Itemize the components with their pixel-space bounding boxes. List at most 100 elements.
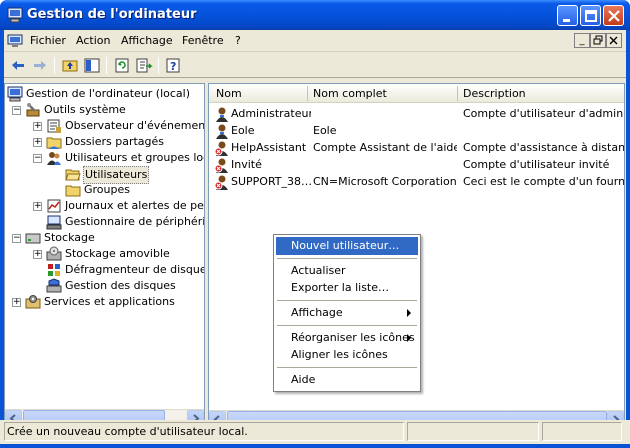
submenu-arrow-icon <box>407 309 411 317</box>
table-row[interactable]: Invité Compte d'utilisateur invité <box>209 157 624 173</box>
toolbar-separator <box>158 57 159 74</box>
menu-item-label: Actualiser <box>291 264 346 277</box>
collapse-toggle[interactable]: − <box>12 106 21 115</box>
collapse-toggle[interactable]: − <box>12 234 21 243</box>
table-row[interactable]: Eole Eole <box>209 123 624 139</box>
menu-item-refresh[interactable]: Actualiser <box>276 262 418 280</box>
menu-separator <box>277 367 417 368</box>
menu-item-arrange-icons[interactable]: Réorganiser les icônes <box>276 329 418 347</box>
forward-button[interactable] <box>30 56 50 75</box>
child-minimize-button[interactable]: _ <box>574 33 590 48</box>
up-level-button[interactable] <box>60 56 80 75</box>
status-pane <box>407 422 539 441</box>
window-title: Gestion de l'ordinateur <box>27 7 197 22</box>
back-button[interactable] <box>8 56 28 75</box>
menu-bar: Fichier Action Affichage Fenêtre ? _ <box>4 30 626 52</box>
svg-text:?: ? <box>170 60 176 73</box>
cell-description: Compte d'assistance à distance <box>463 141 625 154</box>
expand-toggle[interactable]: + <box>33 122 42 131</box>
up-folder-icon <box>62 60 78 72</box>
table-row[interactable]: SUPPORT_38… CN=Microsoft Corporation… Ceci… <box>209 174 624 190</box>
export-icon <box>136 58 153 73</box>
menu-item-export-list[interactable]: Exporter la liste… <box>276 279 418 297</box>
toolbar-separator <box>106 57 107 74</box>
tree-node-label: Gestionnaire de périphérique <box>65 215 205 228</box>
child-restore-button[interactable] <box>590 33 606 48</box>
tree-node-label: Services et applications <box>44 295 175 308</box>
minimize-icon <box>563 19 570 22</box>
column-header-fullname[interactable]: Nom complet <box>313 87 387 100</box>
cell-fullname: CN=Microsoft Corporation… <box>313 175 457 188</box>
menu-separator <box>277 258 417 259</box>
refresh-button[interactable] <box>112 56 132 75</box>
tree-node-label: Outils système <box>44 103 126 116</box>
tree-node-label: Gestion des disques <box>65 279 176 292</box>
tree-node-label: Groupes <box>84 183 130 196</box>
disabled-user-icon <box>214 158 228 173</box>
refresh-icon <box>115 58 129 73</box>
status-text: Crée un nouveau compte d'utilisateur loc… <box>4 422 404 441</box>
menu-item-align-icons[interactable]: Aligner les icônes <box>276 346 418 364</box>
menu-separator <box>277 300 417 301</box>
cell-name: Eole <box>231 124 255 137</box>
column-header-description[interactable]: Description <box>463 87 526 100</box>
context-menu: Nouvel utilisateur… Actualiser Exporter … <box>273 234 421 392</box>
column-divider[interactable] <box>457 86 458 101</box>
export-list-button[interactable] <box>134 56 154 75</box>
column-divider[interactable] <box>307 86 308 101</box>
child-close-button[interactable] <box>606 33 622 48</box>
close-icon <box>609 36 618 45</box>
menu-item-label: Affichage <box>291 306 343 319</box>
menu-action[interactable]: Action <box>76 34 110 47</box>
minimize-icon: _ <box>579 35 585 46</box>
column-header-name[interactable]: Nom <box>216 87 242 100</box>
menu-item-help[interactable]: Aide <box>276 371 418 389</box>
performance-logs-icon <box>47 199 61 213</box>
status-bar: Crée un nouveau compte d'utilisateur loc… <box>0 420 630 444</box>
device-manager-icon <box>46 215 62 230</box>
event-viewer-icon <box>47 119 61 133</box>
console-tree[interactable]: Gestion de l'ordinateur (local) − Outils… <box>4 83 205 427</box>
show-hide-tree-button[interactable] <box>82 56 102 75</box>
menu-item-new-user[interactable]: Nouvel utilisateur… <box>276 237 418 255</box>
toolbar-separator <box>54 57 55 74</box>
user-icon <box>216 124 228 139</box>
removable-storage-icon <box>46 246 62 261</box>
services-apps-icon <box>25 295 41 309</box>
tree-node-label: Dossiers partagés <box>65 135 165 148</box>
table-row[interactable]: HelpAssistant Compte Assistant de l'aide…… <box>209 140 625 156</box>
help-button[interactable]: ? <box>164 56 184 75</box>
window: Gestion de l'ordinateur Fichier Action A… <box>0 0 630 448</box>
menu-item-view[interactable]: Affichage <box>276 304 418 322</box>
submenu-arrow-icon <box>407 334 411 342</box>
collapse-toggle[interactable]: − <box>33 154 42 163</box>
expand-toggle[interactable]: + <box>12 298 21 307</box>
menu-help[interactable]: ? <box>235 34 241 47</box>
users-groups-icon <box>47 152 61 165</box>
tree-node-label: Gestion de l'ordinateur (local) <box>26 87 191 100</box>
maximize-button[interactable] <box>580 5 601 26</box>
expand-toggle[interactable]: + <box>33 138 42 147</box>
menu-separator <box>277 325 417 326</box>
expand-toggle[interactable]: + <box>33 202 42 211</box>
storage-icon <box>25 233 41 244</box>
menu-item-label: Réorganiser les icônes <box>291 331 415 344</box>
shared-folder-icon <box>46 137 62 149</box>
cell-name: SUPPORT_38… <box>231 175 311 188</box>
disk-management-icon <box>46 278 62 293</box>
tree-node-label: Observateur d'événements <box>65 119 205 132</box>
menu-window[interactable]: Fenêtre <box>182 34 224 47</box>
back-arrow-icon <box>12 61 24 70</box>
folder-open-icon <box>65 169 81 181</box>
status-pane <box>542 422 622 441</box>
expand-toggle[interactable]: + <box>33 250 42 259</box>
title-bar[interactable]: Gestion de l'ordinateur <box>0 0 630 30</box>
table-row[interactable]: Administrateur Compte d'utilisateur d'adm… <box>209 106 624 122</box>
user-icon <box>216 107 228 122</box>
menu-view[interactable]: Affichage <box>121 34 173 47</box>
console-icon[interactable] <box>7 33 23 49</box>
close-button[interactable] <box>603 5 624 26</box>
menu-file[interactable]: Fichier <box>30 34 66 47</box>
minimize-button[interactable] <box>557 5 578 26</box>
disabled-user-icon <box>214 175 228 190</box>
